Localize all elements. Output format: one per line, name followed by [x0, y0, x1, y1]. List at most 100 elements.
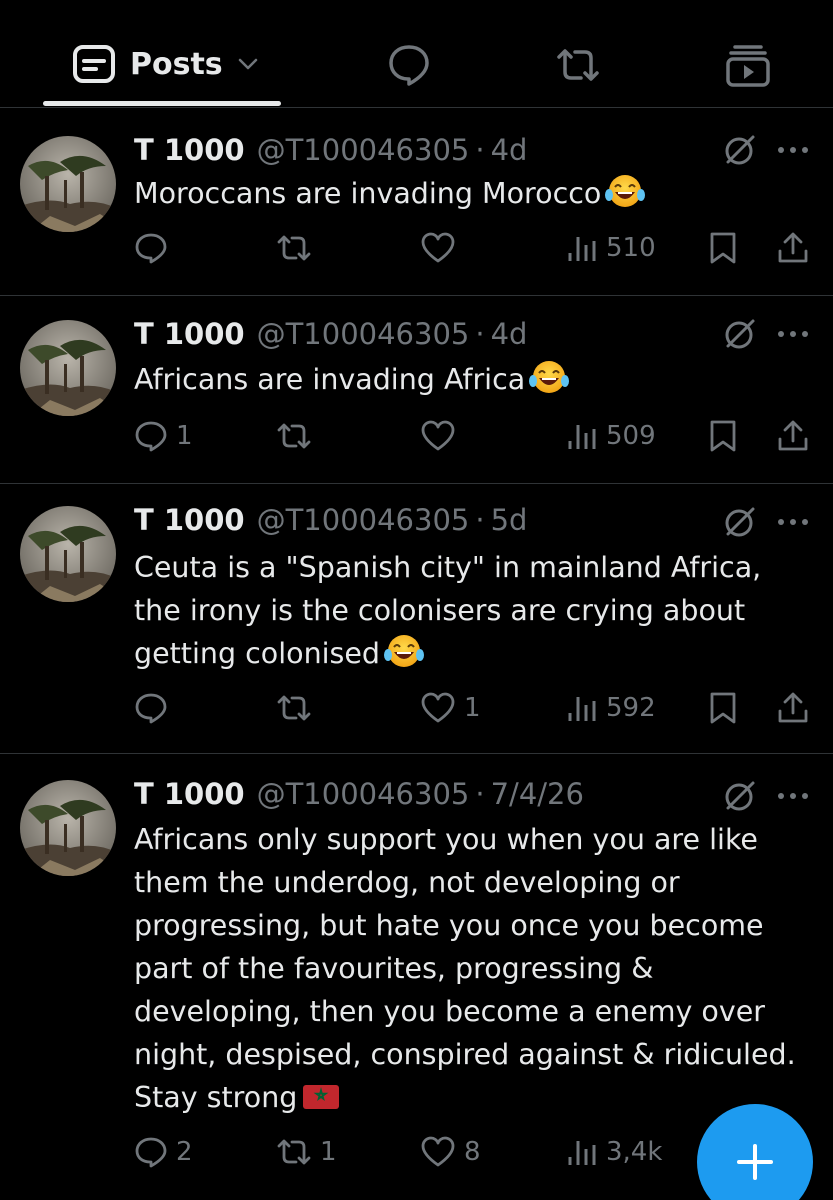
author-name[interactable]: T 1000	[134, 317, 245, 351]
reply-icon	[135, 693, 167, 724]
chevron-down-icon[interactable]	[237, 57, 259, 71]
bookmark-button[interactable]	[708, 414, 738, 458]
post-header: T 1000 @T100046305 · 5d	[134, 500, 527, 540]
like-button[interactable]: 1	[420, 686, 481, 730]
post-header: T 1000 @T100046305 · 7/4/26	[134, 774, 584, 814]
bookmark-icon	[710, 232, 736, 264]
author-handle[interactable]: @T100046305	[257, 503, 470, 537]
views-button[interactable]: 3,4k	[566, 1130, 662, 1174]
reply-button[interactable]	[134, 686, 176, 730]
media-icon[interactable]	[725, 42, 771, 88]
repost-button[interactable]	[276, 414, 320, 458]
post-text: Ceuta is a "Spanish city" in mainland Af…	[134, 546, 824, 675]
grok-icon[interactable]	[722, 316, 758, 352]
views-icon	[568, 237, 596, 261]
separator-dot: ·	[475, 133, 485, 167]
repost-icon	[277, 423, 311, 449]
share-button[interactable]	[776, 226, 810, 270]
views-count: 592	[606, 693, 656, 723]
reply-count: 2	[176, 1137, 193, 1167]
post-actions: 1 592	[0, 686, 833, 730]
repost-icon	[277, 1139, 311, 1165]
grok-icon[interactable]	[722, 504, 758, 540]
author-handle[interactable]: @T100046305	[257, 133, 470, 167]
post-actions: 510	[0, 226, 833, 270]
post-text-content: Africans only support you when you are l…	[134, 823, 796, 1114]
active-tab-indicator	[43, 101, 281, 106]
repost-button[interactable]	[276, 226, 320, 270]
post[interactable]: T 1000 @T100046305 · 4d Africans are inv…	[0, 296, 833, 484]
views-icon	[568, 1141, 596, 1165]
heart-icon	[421, 420, 455, 451]
share-button[interactable]	[776, 414, 810, 458]
profile-tab-bar: Posts	[0, 0, 833, 108]
post-text-content: Ceuta is a "Spanish city" in mainland Af…	[134, 551, 762, 670]
views-icon	[568, 425, 596, 449]
separator-dot: ·	[475, 503, 485, 537]
post-header: T 1000 @T100046305 · 4d	[134, 130, 527, 170]
post-text: Moroccans are invading Morocco	[134, 172, 824, 215]
grok-icon[interactable]	[722, 132, 758, 168]
post-time[interactable]: 4d	[491, 317, 528, 351]
avatar[interactable]	[20, 136, 116, 232]
views-button[interactable]: 592	[566, 686, 656, 730]
reply-button[interactable]: 2	[134, 1130, 193, 1174]
like-button[interactable]	[420, 414, 464, 458]
like-count: 8	[464, 1137, 481, 1167]
reply-button[interactable]: 1	[134, 414, 193, 458]
post-time[interactable]: 5d	[491, 503, 528, 537]
share-icon	[778, 232, 808, 263]
heart-icon	[421, 232, 455, 263]
views-button[interactable]: 509	[566, 414, 656, 458]
repost-button[interactable]: 1	[276, 1130, 337, 1174]
post-time[interactable]: 4d	[491, 133, 528, 167]
post[interactable]: T 1000 @T100046305 · 5d Ceuta is a "Span…	[0, 484, 833, 754]
share-button[interactable]	[776, 686, 810, 730]
separator-dot: ·	[475, 317, 485, 351]
separator-dot: ·	[475, 777, 485, 811]
repost-icon	[277, 695, 311, 721]
bookmark-icon	[710, 692, 736, 724]
share-icon	[778, 692, 808, 723]
avatar[interactable]	[20, 506, 116, 602]
more-options-icon[interactable]	[776, 791, 810, 801]
views-icon	[568, 697, 596, 721]
reply-icon	[135, 1137, 167, 1168]
views-count: 510	[606, 233, 656, 263]
more-options-icon[interactable]	[776, 329, 810, 339]
bookmark-button[interactable]	[708, 686, 738, 730]
more-options-icon[interactable]	[776, 145, 810, 155]
repost-button[interactable]	[276, 686, 320, 730]
more-options-icon[interactable]	[776, 517, 810, 527]
heart-icon	[421, 692, 455, 723]
replies-icon[interactable]	[386, 42, 432, 88]
bookmark-icon	[710, 420, 736, 452]
post-header: T 1000 @T100046305 · 4d	[134, 314, 527, 354]
bookmark-button[interactable]	[708, 226, 738, 270]
reposts-icon[interactable]	[555, 42, 601, 88]
post[interactable]: T 1000 @T100046305 · 4d Moroccans are in…	[0, 108, 833, 296]
morocco-flag-emoji	[303, 1085, 340, 1109]
laughing-tears-emoji	[529, 361, 570, 393]
avatar[interactable]	[20, 780, 116, 876]
reply-button[interactable]	[134, 226, 176, 270]
grok-icon[interactable]	[722, 778, 758, 814]
heart-icon	[421, 1136, 455, 1167]
author-handle[interactable]: @T100046305	[257, 317, 470, 351]
like-button[interactable]	[420, 226, 464, 270]
post-time[interactable]: 7/4/26	[491, 777, 584, 811]
post-text: Africans are invading Africa	[134, 358, 824, 401]
reply-count: 1	[176, 421, 193, 451]
views-button[interactable]: 510	[566, 226, 656, 270]
author-name[interactable]: T 1000	[134, 133, 245, 167]
author-handle[interactable]: @T100046305	[257, 777, 470, 811]
avatar[interactable]	[20, 320, 116, 416]
post-text-content: Africans are invading Africa	[134, 363, 526, 396]
repost-count: 1	[320, 1137, 337, 1167]
views-count: 509	[606, 421, 656, 451]
like-button[interactable]: 8	[420, 1130, 481, 1174]
tab-posts[interactable]: Posts	[72, 44, 259, 84]
author-name[interactable]: T 1000	[134, 777, 245, 811]
reply-icon	[135, 233, 167, 264]
author-name[interactable]: T 1000	[134, 503, 245, 537]
